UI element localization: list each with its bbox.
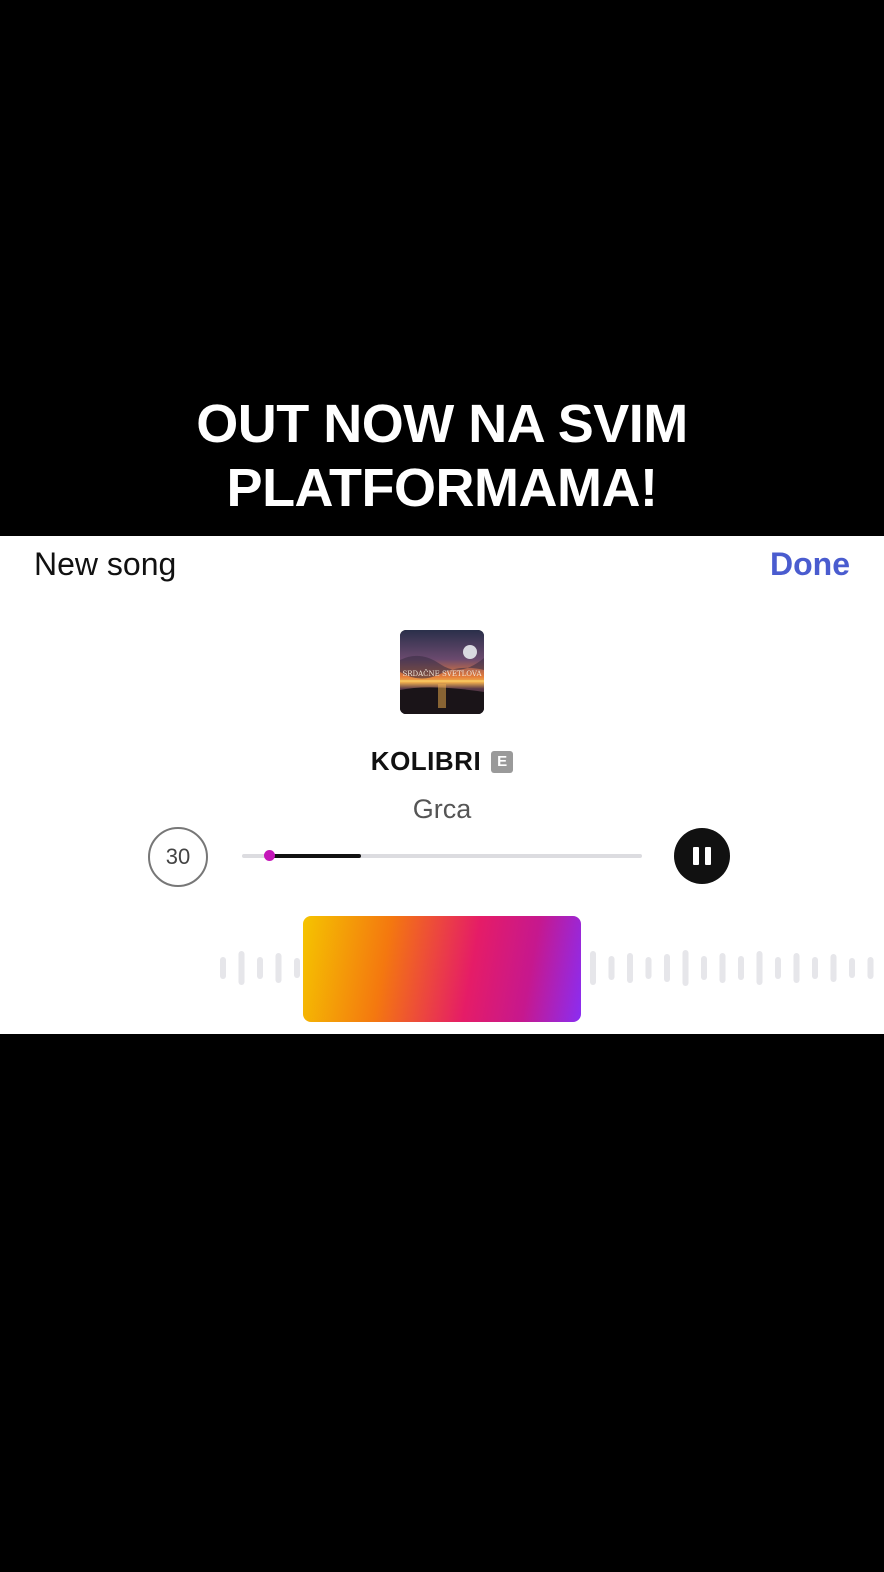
artist-name: Grca bbox=[412, 794, 472, 824]
waveform-bar bbox=[590, 951, 596, 985]
caption-line-1: OUT NOW NA SVIM bbox=[196, 394, 688, 454]
waveform-bar bbox=[682, 950, 689, 986]
waveform-bar bbox=[220, 957, 226, 979]
waveform-bar bbox=[738, 956, 744, 980]
waveform-bar bbox=[257, 957, 263, 979]
waveform-bar bbox=[793, 953, 800, 983]
caption-text: OUT NOW NA SVIM PLATFORMAMA! bbox=[0, 392, 884, 520]
pause-icon bbox=[693, 847, 699, 865]
song-title-row: KOLIBRI E bbox=[0, 746, 884, 782]
waveform-bar bbox=[812, 957, 818, 979]
waveform-bar bbox=[275, 953, 282, 983]
waveform-bar bbox=[645, 957, 652, 979]
album-cover: SRDAČNE SVETLOVA bbox=[400, 630, 484, 714]
clip-selector-window bbox=[309, 922, 575, 1016]
pause-icon-bar bbox=[705, 847, 711, 865]
duration-selector[interactable]: 30 bbox=[148, 827, 208, 887]
waveform-bar bbox=[867, 957, 874, 979]
album-cover-lettering: SRDAČNE SVETLOVA bbox=[402, 669, 482, 678]
waveform-bar bbox=[701, 956, 707, 980]
panel-title: New song bbox=[34, 546, 177, 582]
waveform-bar bbox=[238, 951, 245, 985]
song-title: KOLIBRI bbox=[370, 746, 482, 776]
done-button[interactable]: Done bbox=[770, 544, 850, 584]
waveform-bar bbox=[719, 953, 726, 983]
progress-fill bbox=[269, 854, 361, 858]
waveform-bar bbox=[756, 951, 763, 985]
waveform-bar bbox=[849, 958, 855, 978]
pause-button[interactable] bbox=[674, 828, 730, 884]
album-cover-art: SRDAČNE SVETLOVA bbox=[400, 630, 484, 714]
waveform-bar bbox=[664, 954, 670, 982]
progress-knob[interactable] bbox=[264, 850, 275, 861]
waveform-bar bbox=[608, 956, 615, 980]
progress-track[interactable] bbox=[242, 850, 642, 861]
music-picker-panel: New song Done SRDAČNE SVETLOVA KOLIBRI E… bbox=[0, 536, 884, 1034]
explicit-icon: E bbox=[491, 750, 514, 773]
clip-selector-frame[interactable] bbox=[303, 916, 581, 1022]
caption-line-2: PLATFORMAMA! bbox=[226, 458, 658, 518]
story-page: OUT NOW NA SVIM PLATFORMAMA! New song Do… bbox=[0, 0, 884, 1572]
waveform-bar bbox=[775, 957, 781, 979]
waveform-bar bbox=[294, 958, 300, 978]
waveform-bar bbox=[627, 953, 633, 983]
waveform-bar bbox=[830, 954, 837, 982]
